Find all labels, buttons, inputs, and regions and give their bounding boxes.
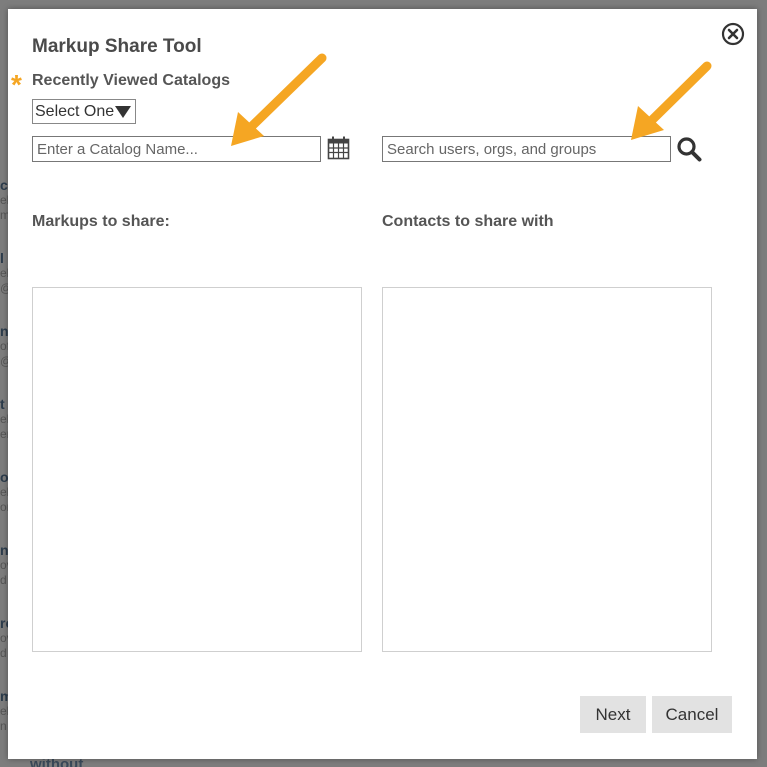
bg-fragment: m — [0, 689, 8, 703]
bg-fragment: ro — [0, 616, 8, 630]
bg-fragment: on — [0, 500, 8, 514]
bg-fragment: n — [0, 719, 7, 733]
bg-fragment: ov — [0, 631, 8, 645]
bg-fragment: l — [0, 251, 4, 265]
contacts-list[interactable] — [382, 287, 712, 652]
search-icon — [677, 137, 702, 162]
bg-fragment: d — [0, 646, 7, 660]
caret-down-icon — [115, 106, 131, 118]
dialog-title: Markup Share Tool — [32, 36, 202, 57]
bg-fragment: t — [0, 397, 5, 411]
bg-fragment: o — [0, 470, 8, 484]
catalog-select-value: Select One — [35, 103, 115, 120]
cancel-button[interactable]: Cancel — [652, 696, 732, 733]
bg-fragment: el — [0, 266, 8, 280]
calendar-icon — [327, 136, 350, 160]
bg-fragment: of — [0, 339, 8, 353]
bg-fragment: d — [0, 573, 7, 587]
bg-fragment: ov — [0, 558, 8, 572]
markup-share-dialog: Markup Share Tool * Recently Viewed Cata… — [8, 9, 757, 759]
search-button[interactable] — [676, 136, 702, 162]
bg-fragment: er — [0, 427, 8, 441]
close-button[interactable] — [721, 22, 745, 46]
calendar-button[interactable] — [327, 136, 350, 160]
bg-fragment: el — [0, 412, 8, 426]
required-marker: * — [11, 69, 22, 100]
bg-fragment: @ — [0, 354, 8, 368]
bg-fragment: @ — [0, 281, 8, 295]
close-circle-icon — [721, 22, 745, 46]
markups-to-share-label: Markups to share: — [32, 213, 170, 230]
recent-catalogs-label: Recently Viewed Catalogs — [32, 72, 230, 89]
next-button[interactable]: Next — [580, 696, 646, 733]
bg-fragment: m — [0, 208, 8, 222]
markups-list[interactable] — [32, 287, 362, 652]
bg-fragment: c — [0, 178, 8, 192]
catalog-name-input[interactable] — [32, 136, 321, 162]
contacts-search-input[interactable] — [382, 136, 671, 162]
bg-fragment: el — [0, 485, 8, 499]
bg-fragment: ni — [0, 543, 8, 557]
bg-fragment: el — [0, 193, 8, 207]
catalog-select[interactable]: Select One — [32, 99, 136, 124]
bg-fragment: n — [0, 324, 8, 338]
contacts-to-share-label: Contacts to share with — [382, 213, 554, 230]
bg-fragment: el — [0, 704, 8, 718]
